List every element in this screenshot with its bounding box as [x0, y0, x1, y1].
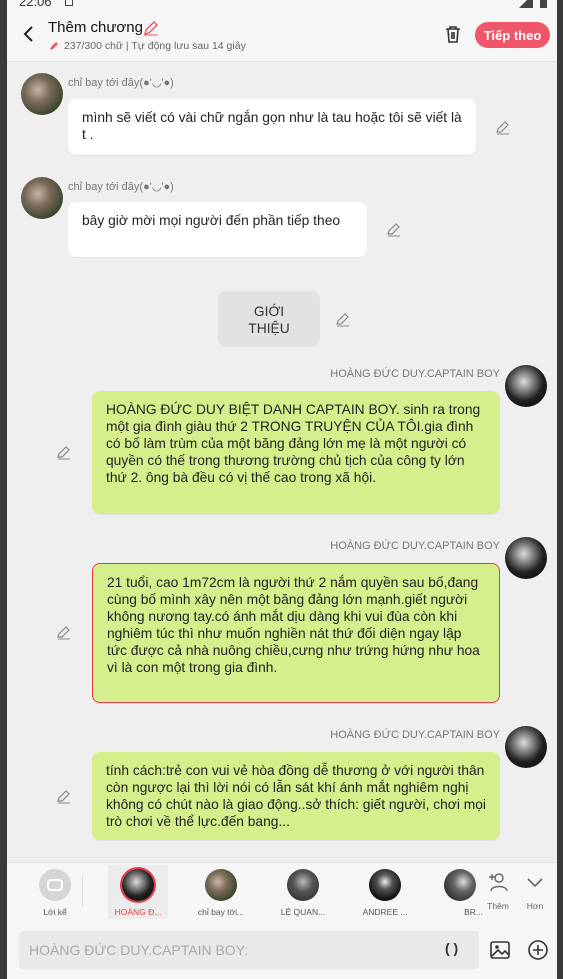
chevron-down-icon — [527, 878, 543, 888]
avatar[interactable] — [21, 177, 63, 219]
subtitle-text: 237/300 chữ | Tự động lưu sau 14 giây — [64, 40, 246, 52]
character-chi-bay[interactable]: chỉ bay tới... — [191, 869, 251, 917]
character-hoang-duc-duy[interactable]: HOÀNG Đ... — [108, 865, 168, 919]
back-arrow-icon[interactable] — [17, 22, 41, 46]
character-name: Lời kể — [43, 907, 67, 917]
message-input[interactable] — [19, 931, 479, 969]
action-paren-button[interactable]: ( ) — [445, 940, 458, 956]
divider — [82, 875, 83, 907]
message-bubble[interactable]: tính cách:trẻ con vui vẻ hòa đồng dễ thư… — [92, 752, 500, 840]
add-icon[interactable] — [527, 939, 549, 961]
chat-bubble-icon — [39, 869, 71, 901]
message-bubble[interactable]: mình sẽ viết có vài chữ ngắn gọn như là … — [68, 99, 476, 155]
add-label: Thêm — [487, 901, 509, 911]
avatar[interactable] — [505, 365, 547, 407]
character-avatar — [287, 869, 319, 901]
character-name: BR... — [464, 907, 483, 917]
status-bar: 22:06 — [7, 0, 557, 10]
word-count-autosave: 237/300 chữ | Tự động lưu sau 14 giây — [48, 40, 246, 52]
edit-message-icon[interactable] — [56, 444, 72, 460]
edit-message-icon[interactable] — [56, 624, 72, 640]
more-label: Hơn — [526, 901, 544, 911]
message-sender: HOÀNG ĐỨC DUY.CAPTAIN BOY — [330, 540, 500, 552]
character-name: ANDREE ... — [362, 907, 408, 917]
character-br[interactable]: BR... — [437, 869, 483, 917]
image-icon[interactable] — [489, 939, 511, 961]
character-avatar — [122, 869, 154, 901]
character-avatar — [444, 869, 476, 901]
edit-message-icon[interactable] — [495, 119, 511, 135]
message-bubble-selected[interactable]: 21 tuổi, cao 1m72cm là người thứ 2 nắm q… — [92, 563, 500, 703]
header: Thêm chương 237/300 chữ | Tự động lưu sa… — [7, 10, 557, 62]
character-bar: Lời kể HOÀNG Đ... chỉ bay tới... LÊ QUAN… — [7, 862, 557, 922]
character-name: HOÀNG Đ... — [114, 907, 162, 917]
next-button[interactable]: Tiếp theo — [475, 22, 550, 48]
pencil-icon — [48, 40, 60, 52]
message-sender: chỉ bay tới đây(●'◡'●) — [68, 181, 174, 193]
edit-message-icon[interactable] — [386, 221, 402, 237]
avatar[interactable] — [505, 726, 547, 768]
avatar[interactable] — [505, 537, 547, 579]
message-bubble[interactable]: bây giờ mời mọi người đến phần tiếp theo — [68, 202, 367, 257]
character-le-quan[interactable]: LÊ QUAN... — [273, 869, 333, 917]
character-avatar — [205, 869, 237, 901]
character-narrator[interactable]: Lời kể — [25, 869, 85, 917]
battery-icon — [540, 0, 547, 8]
message-sender: chỉ bay tới đây(●'◡'●) — [68, 77, 174, 89]
edit-message-icon[interactable] — [56, 788, 72, 804]
notification-icon — [65, 0, 73, 6]
message-bubble[interactable]: HOÀNG ĐỨC DUY BIỆT DANH CAPTAIN BOY. sin… — [92, 391, 500, 514]
input-bar: ( ) — [7, 922, 557, 979]
message-sender: HOÀNG ĐỨC DUY.CAPTAIN BOY — [330, 729, 500, 741]
add-person-icon — [489, 873, 508, 892]
character-avatar — [369, 869, 401, 901]
signal-icon — [519, 0, 533, 8]
edit-message-icon[interactable] — [335, 311, 351, 327]
character-name: LÊ QUAN... — [280, 907, 326, 917]
add-character-button[interactable]: Thêm — [480, 871, 516, 911]
trash-icon[interactable] — [442, 23, 464, 45]
character-name: chỉ bay tới... — [197, 907, 245, 917]
character-andree[interactable]: ANDREE ... — [355, 869, 415, 917]
edit-title-icon[interactable] — [142, 19, 160, 37]
more-button[interactable]: Hơn — [517, 871, 553, 911]
page-title: Thêm chương — [48, 19, 143, 36]
message-sender: HOÀNG ĐỨC DUY.CAPTAIN BOY — [330, 368, 500, 380]
status-time: 22:06 — [19, 0, 52, 9]
narration-bubble[interactable]: GIỚI THIỆU — [218, 291, 320, 346]
app-screen: 22:06 Thêm chương 237/300 chữ | Tự động … — [7, 0, 557, 979]
avatar[interactable] — [21, 73, 63, 115]
